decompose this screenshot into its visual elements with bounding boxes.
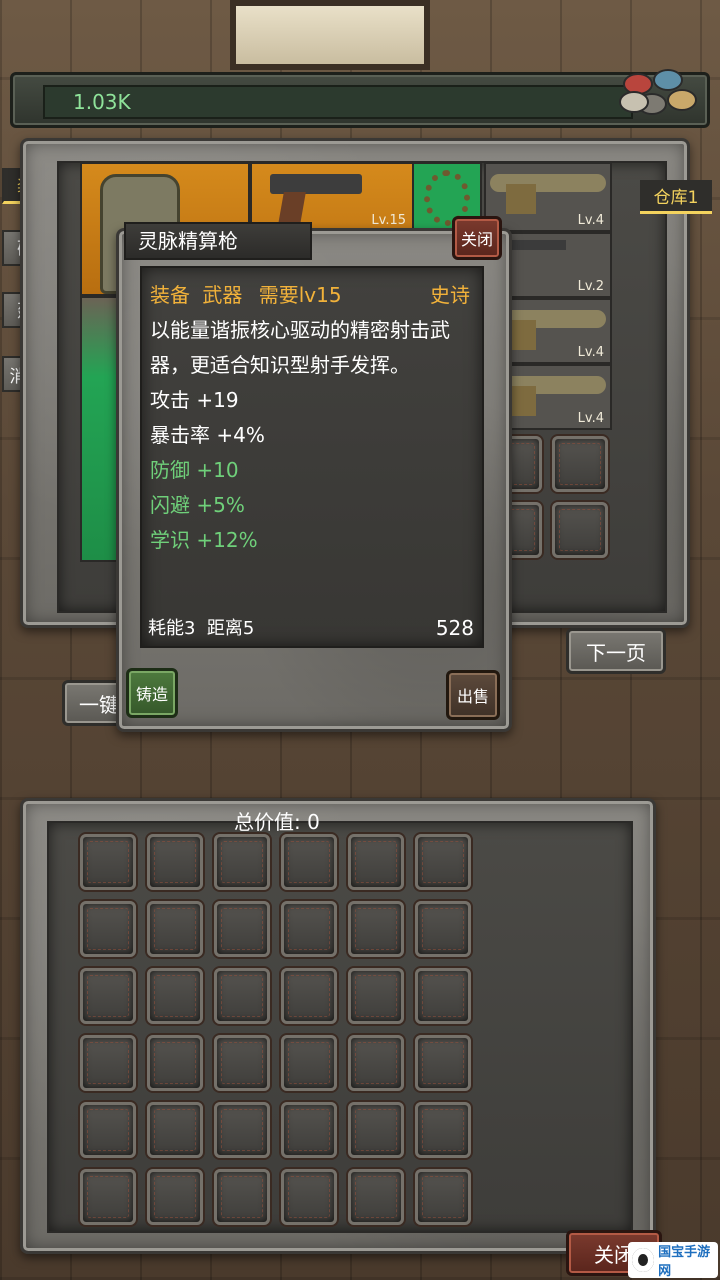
sell-slot[interactable]: [348, 1169, 404, 1225]
item-requirement: 需要lv15: [258, 283, 342, 307]
inventory-empty-slot[interactable]: [552, 502, 608, 558]
background-window: [230, 0, 430, 70]
stat-line: 暴击率 +4%: [150, 423, 265, 447]
watermark: 国宝手游网: [628, 1242, 718, 1279]
sell-slot[interactable]: [147, 968, 203, 1024]
popup-body: 装备 武器 需要lv15 史诗 以能量谐振核心驱动的精密射击武器，更适合知识型射…: [140, 266, 484, 648]
sell-slot[interactable]: [80, 901, 136, 957]
sell-slot[interactable]: [147, 901, 203, 957]
watermark-text: 国宝手游网: [658, 1245, 711, 1279]
next-page-button[interactable]: 下一页: [566, 628, 666, 674]
top-resource-bar: 1.03K: [10, 69, 710, 128]
forge-button[interactable]: 铸造: [126, 668, 178, 718]
sell-slot[interactable]: [214, 1035, 270, 1091]
sell-slot[interactable]: [281, 1035, 337, 1091]
panda-logo-icon: [632, 1248, 655, 1272]
item-description: 以能量谐振核心驱动的精密射击武器，更适合知识型射手发挥。: [150, 318, 450, 377]
sell-slot[interactable]: [214, 1102, 270, 1158]
sell-slot[interactable]: [348, 834, 404, 890]
stat-line: 闪避 +5%: [150, 493, 245, 517]
pistol-icon: [270, 174, 362, 194]
belt-pouch-icon: [506, 184, 536, 214]
item-meta-line: 装备 武器 需要lv15 史诗: [150, 278, 474, 313]
sell-slot-grid: [80, 834, 480, 1234]
popup-title: 灵脉精算枪: [124, 222, 312, 260]
popup-close-button[interactable]: 关闭: [452, 216, 502, 260]
inventory-empty-slot[interactable]: [552, 436, 608, 492]
energy-range-text: 耗能3 距离5: [148, 618, 255, 639]
sell-slot[interactable]: [147, 1169, 203, 1225]
sell-slot[interactable]: [348, 968, 404, 1024]
item-rarity: 史诗: [430, 283, 470, 307]
stat-line: 防御 +10: [150, 458, 239, 482]
item-type: 武器: [202, 283, 243, 307]
currency-display: 1.03K: [43, 85, 633, 119]
sell-slot[interactable]: [415, 1035, 471, 1091]
item-price: 528: [435, 616, 474, 640]
sell-slot[interactable]: [147, 1035, 203, 1091]
sell-button[interactable]: 出售: [446, 670, 500, 720]
sell-slot[interactable]: [415, 834, 471, 890]
sell-slot[interactable]: [80, 1035, 136, 1091]
sell-slot[interactable]: [80, 968, 136, 1024]
item-utility-belt[interactable]: Lv.4: [484, 162, 612, 232]
warehouse-tab[interactable]: 仓库1: [640, 180, 712, 214]
sell-slot[interactable]: [348, 1102, 404, 1158]
sell-slot[interactable]: [281, 1169, 337, 1225]
sell-slot[interactable]: [415, 968, 471, 1024]
sell-slot[interactable]: [147, 1102, 203, 1158]
item-category: 装备: [150, 283, 190, 307]
sell-slot[interactable]: [348, 1035, 404, 1091]
sell-slot[interactable]: [281, 968, 337, 1024]
sell-slot[interactable]: [415, 901, 471, 957]
total-value-label: 总价值: 0: [234, 810, 320, 834]
stat-line: 学识 +12%: [150, 528, 258, 552]
stat-line: 攻击 +19: [150, 388, 239, 412]
sell-slot[interactable]: [80, 1102, 136, 1158]
currency-value: 1.03K: [73, 90, 131, 114]
coin-stack-icon: [617, 69, 701, 127]
popup-footer: 耗能3 距离5 528: [148, 610, 474, 640]
sell-slot[interactable]: [214, 901, 270, 957]
sell-slot[interactable]: [80, 834, 136, 890]
sell-slot[interactable]: [80, 1169, 136, 1225]
sell-slot[interactable]: [348, 901, 404, 957]
sell-slot[interactable]: [147, 834, 203, 890]
sell-slot[interactable]: [281, 1102, 337, 1158]
rifle-icon: [506, 240, 566, 250]
sell-slot[interactable]: [415, 1169, 471, 1225]
sell-slot[interactable]: [214, 1169, 270, 1225]
sell-slot[interactable]: [281, 834, 337, 890]
sell-slot[interactable]: [281, 901, 337, 957]
sell-slot[interactable]: [214, 834, 270, 890]
sell-slot[interactable]: [214, 968, 270, 1024]
sell-slot[interactable]: [415, 1102, 471, 1158]
